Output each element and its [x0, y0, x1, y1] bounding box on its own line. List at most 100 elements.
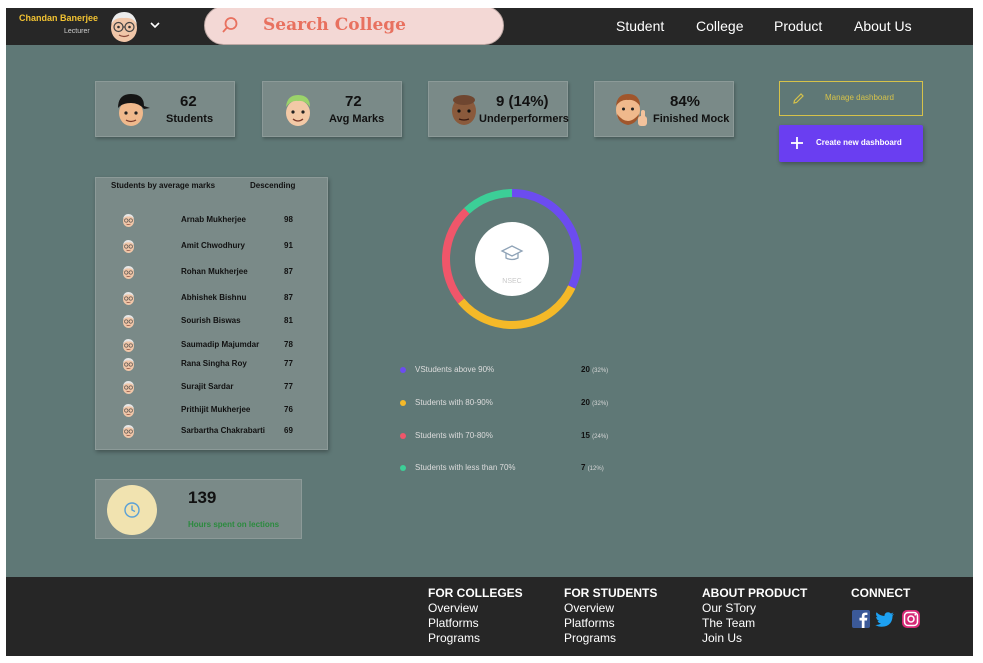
student-name: Rohan Mukherjee [181, 267, 248, 276]
donut-center-label: NSEC [502, 278, 521, 285]
student-avatar-icon [123, 339, 134, 352]
leaderboard-row[interactable]: Amit Chwodhury 91 [96, 238, 327, 254]
student-avatar-icon [123, 292, 134, 305]
legend-count: 15 [581, 431, 590, 440]
stat-finished-mock-value: 84% [670, 93, 701, 110]
twitter-icon[interactable] [875, 612, 894, 627]
legend-label: Students with less than 70% [415, 463, 516, 472]
legend-value: 20 (32%) [581, 365, 625, 374]
thumbs-up-memoji-icon [616, 94, 647, 126]
legend-label: Students with 80-90% [415, 398, 493, 407]
student-score: 77 [284, 382, 293, 391]
student-avatar-icon [123, 315, 134, 328]
student-score: 78 [284, 340, 293, 349]
clock-icon [124, 502, 140, 518]
user-name: Chandan Banerjee [19, 13, 99, 23]
plus-icon [791, 137, 803, 149]
footer-col-about-product: ABOUT PRODUCT Our STory The Team Join Us [702, 586, 807, 646]
footer-link[interactable]: Overview [564, 601, 657, 616]
leaderboard-row[interactable]: Sarbartha Chakrabarti 69 [96, 423, 327, 439]
manage-dashboard-button[interactable]: Manage dashboard [779, 81, 923, 116]
student-name: Abhishek Bishnu [181, 293, 247, 302]
stat-avg-marks-label: Avg Marks [329, 113, 385, 125]
student-name: Surajit Sardar [181, 382, 234, 391]
footer-link[interactable]: Join Us [702, 631, 807, 646]
stat-underperformers-value: 9 (14%) [496, 93, 549, 110]
facebook-icon[interactable] [852, 610, 870, 628]
legend-count: 7 [581, 463, 586, 472]
student-score: 87 [284, 293, 293, 302]
legend-value: 15 (24%) [581, 431, 625, 440]
footer-heading: ABOUT PRODUCT [702, 586, 808, 600]
student-name: Amit Chwodhury [181, 241, 245, 250]
legend-percent: (32%) [592, 401, 609, 407]
donut-segment [464, 189, 513, 214]
student-score: 81 [284, 316, 293, 325]
legend-item: Students with less than 70% 7 (12%) [398, 461, 638, 475]
hours-card: 139 Hours spent on lections [95, 479, 302, 539]
footer-link[interactable]: Platforms [564, 616, 657, 631]
student-score: 76 [284, 405, 293, 414]
leaderboard-row[interactable]: Sourish Biswas 81 [96, 313, 327, 329]
nav-product[interactable]: Product [774, 18, 822, 34]
stat-card-underperformers: 9 (14%) Underperformers [428, 81, 569, 137]
stat-students-label: Students [166, 113, 214, 125]
nav-student[interactable]: Student [616, 18, 664, 34]
stat-underperformers-label: Underperformers [479, 113, 569, 125]
manage-dashboard-label: Manage dashboard [825, 93, 894, 102]
footer-link[interactable]: Overview [428, 601, 523, 616]
student-name: Saumadip Majumdar [181, 340, 260, 349]
leaderboard-row[interactable]: Arnab Mukherjee 98 [96, 212, 327, 228]
leaderboard-row[interactable]: Abhishek Bishnu 87 [96, 290, 327, 306]
legend-value: 7 (12%) [581, 463, 625, 472]
student-score: 77 [284, 359, 293, 368]
student-avatar-icon [123, 425, 134, 438]
leaderboard-row[interactable]: Saumadip Majumdar 78 [96, 337, 327, 353]
legend-dot [400, 400, 406, 406]
footer-link[interactable]: Our STory [702, 601, 807, 616]
student-avatar-icon [123, 266, 134, 279]
footer-col-connect: CONNECT [851, 586, 910, 601]
footer-link[interactable]: Programs [428, 631, 523, 646]
user-role: Lecturer [64, 28, 90, 35]
legend-value: 20 (32%) [581, 398, 625, 407]
footer-col-students: FOR STUDENTS Overview Platforms Programs [564, 586, 657, 646]
sort-toggle[interactable]: Descending [250, 181, 295, 190]
legend-item: Students with 70-80% 15 (24%) [398, 429, 638, 443]
stat-students-value: 62 [180, 93, 197, 110]
search-icon [222, 17, 238, 33]
student-avatar-icon [123, 214, 134, 227]
leaderboard-row[interactable]: Rohan Mukherjee 87 [96, 264, 327, 280]
student-avatar-icon [123, 404, 134, 417]
donut-segment [442, 207, 470, 304]
footer-heading: FOR COLLEGES [428, 586, 523, 600]
search-bar[interactable] [204, 8, 504, 45]
avg-marks-memoji-icon [286, 95, 310, 126]
legend-item: VStudents above 90% 20 (32%) [398, 363, 638, 377]
nav-college[interactable]: College [696, 18, 743, 34]
leaderboard-row[interactable]: Rana Singha Roy 77 [96, 356, 327, 372]
leaderboard-row[interactable]: Surajit Sardar 77 [96, 379, 327, 395]
hours-label: Hours spent on lections [188, 520, 280, 529]
student-avatar-icon [123, 240, 134, 253]
distribution-donut: NSEC [442, 189, 582, 329]
leaderboard-row[interactable]: Prithijit Mukherjee 76 [96, 402, 327, 418]
student-score: 87 [284, 267, 293, 276]
instagram-icon[interactable] [902, 610, 920, 628]
legend-count: 20 [581, 365, 590, 374]
chevron-down-icon[interactable] [149, 20, 161, 30]
footer-link[interactable]: Programs [564, 631, 657, 646]
search-input[interactable] [263, 12, 493, 38]
footer-col-colleges: FOR COLLEGES Overview Platforms Programs [428, 586, 523, 646]
nav-about-us[interactable]: About Us [854, 18, 912, 34]
dashboard-frame: Chandan Banerjee Lecturer Student Colleg… [6, 8, 973, 656]
social-links [852, 610, 920, 628]
user-avatar[interactable] [106, 9, 142, 43]
footer-link[interactable]: The Team [702, 616, 807, 631]
student-name: Sourish Biswas [181, 316, 241, 325]
footer-heading: CONNECT [851, 586, 911, 600]
student-name: Arnab Mukherjee [181, 215, 246, 224]
footer-heading: FOR STUDENTS [564, 586, 658, 600]
create-dashboard-button[interactable]: Create new dashboard [779, 125, 923, 162]
footer-link[interactable]: Platforms [428, 616, 523, 631]
